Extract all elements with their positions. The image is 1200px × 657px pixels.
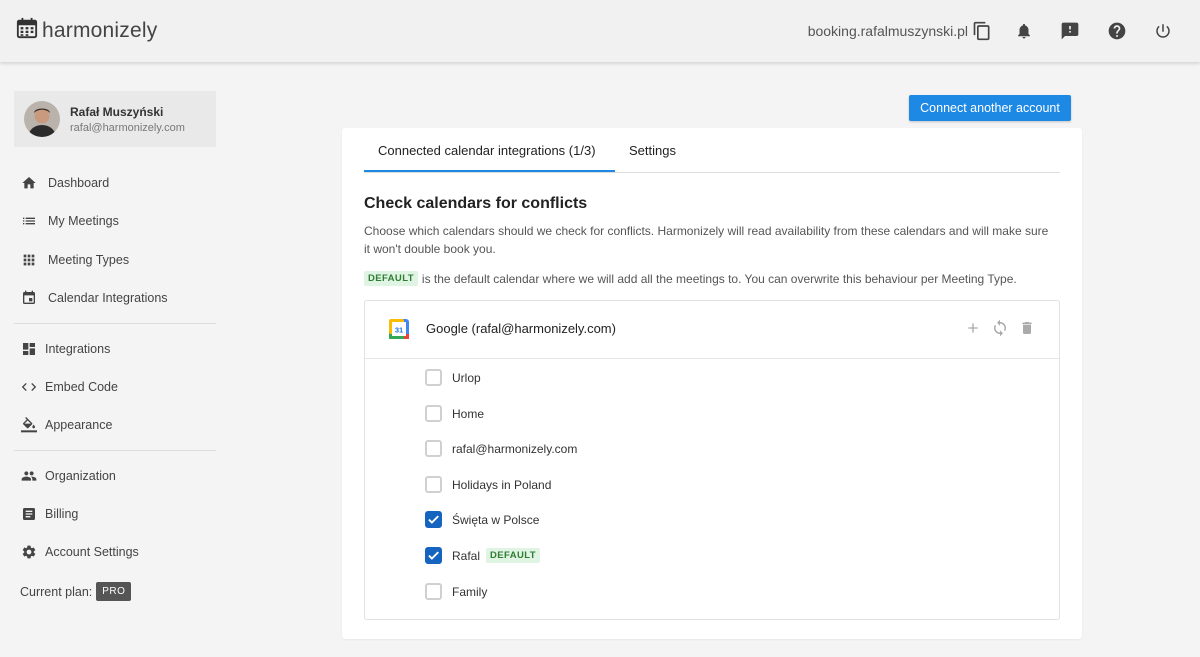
sidebar-item-label: Calendar Integrations [48, 291, 168, 305]
calendar-checkbox[interactable] [425, 369, 442, 386]
sidebar-item-label: Dashboard [48, 176, 110, 190]
account-panel: 31 Google (rafal@harmonizely.com) Urlop [364, 300, 1060, 620]
google-calendar-icon: 31 [389, 319, 409, 344]
calendar-item[interactable]: Home [425, 405, 484, 422]
people-icon [20, 467, 38, 485]
default-note: DEFAULT is the default calendar where we… [364, 271, 1017, 286]
sidebar-item-label: Organization [45, 469, 116, 483]
tab-bar: Connected calendar integrations (1/3) Se… [364, 128, 1060, 173]
check-icon [428, 515, 439, 524]
gear-icon [20, 543, 38, 561]
calendar-item[interactable]: Rafal DEFAULT [425, 547, 544, 564]
brand-logo[interactable]: harmonizely [16, 17, 157, 44]
list-icon [20, 212, 38, 230]
sidebar-item-account-settings[interactable]: Account Settings [20, 540, 139, 564]
sidebar-item-organization[interactable]: Organization [20, 464, 116, 488]
default-badge: DEFAULT [364, 271, 418, 286]
calendar-label: Rafal [452, 548, 481, 563]
sidebar-item-label: Meeting Types [48, 253, 130, 267]
bell-icon[interactable] [1012, 19, 1036, 43]
profile-email: rafal@harmonizely.com [70, 121, 185, 134]
sidebar-item-integrations[interactable]: Integrations [20, 337, 110, 361]
calendar-checkbox[interactable] [425, 511, 442, 528]
section-title: Check calendars for conflicts [364, 195, 588, 212]
sidebar-item-label: My Meetings [48, 214, 119, 228]
active-tab-indicator [364, 170, 615, 172]
default-note-text: is the default calendar where we will ad… [421, 271, 1017, 286]
sidebar-item-billing[interactable]: Billing [20, 502, 78, 526]
sidebar-item-label: Embed Code [45, 380, 118, 394]
sync-icon[interactable] [991, 319, 1009, 337]
grid-icon [20, 251, 38, 269]
add-icon[interactable] [965, 320, 981, 336]
calendar-item[interactable]: Holidays in Poland [425, 476, 551, 493]
calendar-label: Urlop [452, 370, 481, 385]
copy-icon[interactable] [970, 19, 994, 43]
calendar-checkbox[interactable] [425, 476, 442, 493]
avatar [24, 101, 60, 137]
calendar-label: Holidays in Poland [452, 477, 552, 492]
calendar-checkbox[interactable] [425, 547, 442, 564]
code-icon [20, 378, 38, 396]
receipt-icon [20, 505, 38, 523]
calendar-label: Family [452, 584, 488, 599]
check-icon [428, 551, 439, 560]
sidebar-item-calendar-integrations[interactable]: Calendar Integrations [20, 286, 168, 310]
calendar-icon [20, 289, 38, 307]
calendar-label: Home [452, 406, 485, 421]
sidebar-item-embed-code[interactable]: Embed Code [20, 375, 118, 399]
account-name: Google (rafal@harmonizely.com) [426, 321, 616, 336]
paint-bucket-icon [20, 416, 38, 434]
calendar-item[interactable]: Family [425, 583, 487, 600]
nav-divider [14, 323, 216, 324]
calendar-label: rafal@harmonizely.com [452, 441, 578, 456]
plan-badge: PRO [96, 582, 132, 601]
account-header: 31 Google (rafal@harmonizely.com) [365, 301, 1059, 359]
current-plan: Current plan: PRO [20, 582, 132, 601]
calendar-checkbox[interactable] [425, 583, 442, 600]
sidebar-item-dashboard[interactable]: Dashboard [20, 171, 109, 195]
sidebar-item-label: Appearance [45, 418, 113, 432]
tab-settings[interactable]: Settings [629, 143, 676, 158]
delete-icon[interactable] [1019, 320, 1035, 336]
profile-name: Rafał Muszyński [70, 104, 164, 119]
sidebar-item-my-meetings[interactable]: My Meetings [20, 209, 119, 233]
booking-url[interactable]: booking.rafalmuszynski.pl [808, 23, 968, 39]
calendar-checkbox[interactable] [425, 440, 442, 457]
dashboard-icon [20, 340, 38, 358]
calendar-icon-day: 31 [395, 326, 403, 335]
calendar-checkbox[interactable] [425, 405, 442, 422]
integrations-card: Connected calendar integrations (1/3) Se… [342, 128, 1082, 639]
profile-card[interactable]: Rafał Muszyński rafal@harmonizely.com [14, 91, 216, 147]
tab-connected-integrations[interactable]: Connected calendar integrations (1/3) [378, 143, 596, 158]
brand-name: harmonizely [42, 18, 158, 42]
help-icon[interactable] [1105, 19, 1129, 43]
nav-divider [14, 450, 216, 451]
sidebar-item-meeting-types[interactable]: Meeting Types [20, 248, 129, 272]
connect-account-button[interactable]: Connect another account [909, 95, 1071, 121]
calendar-icon [16, 17, 38, 44]
default-badge: DEFAULT [486, 548, 540, 563]
plan-label: Current plan: [20, 584, 93, 599]
home-icon [20, 174, 38, 192]
feedback-icon[interactable] [1058, 19, 1082, 43]
calendar-item[interactable]: rafal@harmonizely.com [425, 440, 577, 457]
calendar-item[interactable]: Święta w Polsce [425, 511, 539, 528]
sidebar-item-label: Account Settings [45, 545, 139, 559]
calendar-label: Święta w Polsce [452, 512, 540, 527]
sidebar-item-label: Integrations [45, 342, 111, 356]
sidebar-item-appearance[interactable]: Appearance [20, 413, 112, 437]
power-icon[interactable] [1151, 19, 1175, 43]
section-description: Choose which calendars should we check f… [364, 224, 1049, 256]
top-bar: harmonizely booking.rafalmuszynski.pl [0, 0, 1200, 62]
sidebar-item-label: Billing [45, 507, 79, 521]
calendar-item[interactable]: Urlop [425, 369, 481, 386]
